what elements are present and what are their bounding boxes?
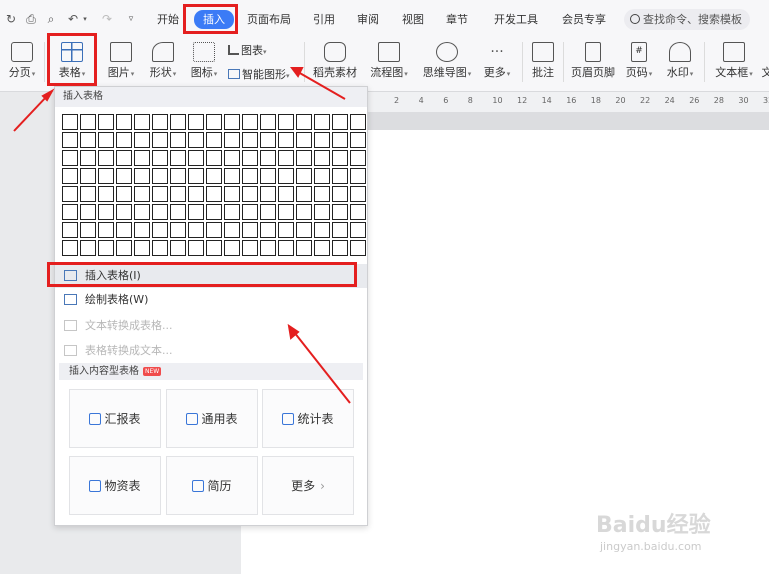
baidu-watermark: Baidu经验 [596,513,711,538]
baidu-watermark-url: jingyan.baidu.com [600,540,702,553]
annotation-arrows [13,67,351,404]
arrow-to-insert-table [293,331,351,404]
arrow-to-table-button [13,94,49,132]
arrow-head-ribbon [290,67,304,78]
arrow-head-table [41,88,55,102]
arrow-to-ribbon [297,71,346,100]
